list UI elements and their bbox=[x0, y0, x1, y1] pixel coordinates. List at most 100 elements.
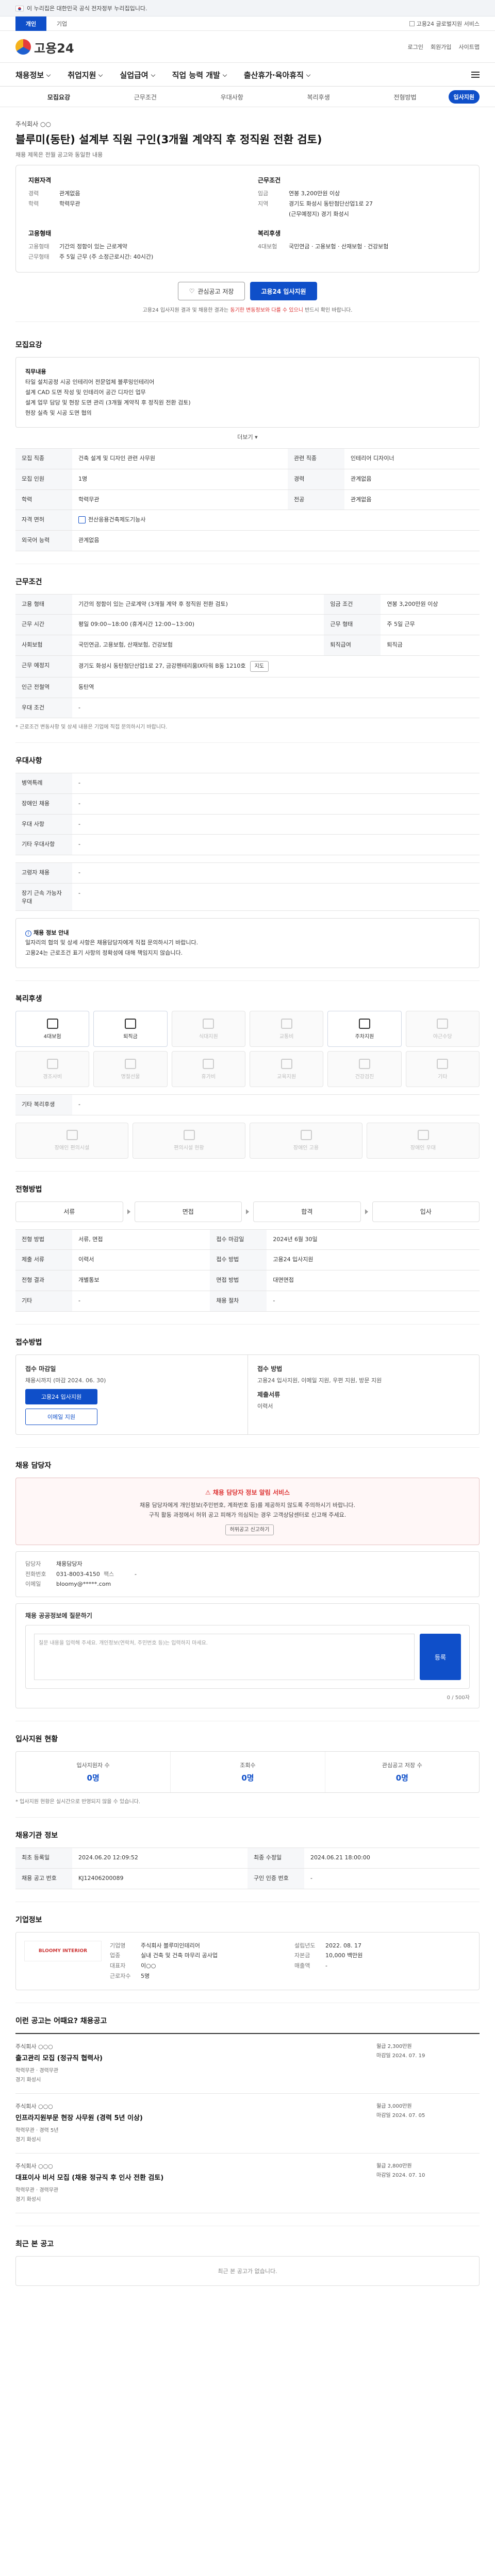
more-link[interactable]: 더보기 ▾ bbox=[15, 433, 480, 441]
recruit-table: 모집 직종 건축 설계 및 디자인 관련 사무원 관련 직종 인테리어 디자이너 모집… bbox=[15, 448, 480, 551]
chevron-down-icon bbox=[222, 72, 227, 77]
logo-text: 고용24 bbox=[34, 41, 74, 56]
chevron-down-icon bbox=[306, 72, 311, 77]
apply-button[interactable]: 고용24 입사지원 bbox=[250, 282, 317, 301]
map-button[interactable]: 지도 bbox=[250, 660, 269, 672]
gnb-jobs[interactable]: 채용정보 bbox=[15, 70, 51, 80]
disabled-facility-label: 장애인 편의시설 bbox=[54, 1145, 90, 1151]
welfare-card: 식대지원 bbox=[171, 1011, 245, 1047]
apply-top-button[interactable]: 입사지원 bbox=[448, 90, 480, 104]
welfare-card: 4대보험 bbox=[15, 1011, 90, 1047]
list-item[interactable]: 주식회사 ○○○ 출고관리 모집 (정규직 협력사) 학력무관 · 경력무관 경… bbox=[15, 2034, 480, 2094]
subtab-work[interactable]: 근무조건 bbox=[102, 93, 189, 101]
section-title: 근무조건 bbox=[15, 578, 42, 586]
welfare-icon bbox=[358, 1018, 370, 1029]
detail-sub-tabs: 모집요강 근무조건 우대사항 복리후생 전형방법 입사지원 bbox=[0, 87, 495, 107]
scrap-button[interactable]: ♡ 관심공고 저장 bbox=[178, 282, 245, 301]
section-title: 우대사항 bbox=[15, 757, 42, 766]
gnb-unemployment-benefit[interactable]: 실업급여 bbox=[120, 70, 155, 80]
job-title: 블루미(동탄) 설계부 직원 구인(3개월 계약직 후 정직원 전환 검토) bbox=[15, 133, 322, 146]
sitemap-link[interactable]: 사이트맵 bbox=[459, 43, 480, 51]
subtab-process[interactable]: 전형방법 bbox=[362, 93, 449, 101]
process-step: 서류 bbox=[15, 1201, 123, 1222]
subtab-recruit[interactable]: 모집요강 bbox=[15, 93, 102, 101]
welfare-card: 기타 bbox=[405, 1051, 480, 1088]
gnb-employment-support[interactable]: 취업지원 bbox=[68, 70, 103, 80]
welfare-icon bbox=[280, 1018, 292, 1029]
disabled-icon-grid: 장애인 편의시설 편의시설 현황 장애인 고용 장애인 우대 bbox=[15, 1122, 480, 1159]
comment-section: 채용 공공정보에 질문하기 질문 내용을 입력해 주세요. 개인정보(연락처, … bbox=[15, 1603, 480, 1709]
signup-link[interactable]: 회원가입 bbox=[431, 43, 451, 51]
section-title: 접수방법 bbox=[15, 1338, 42, 1347]
gnb-vocational-training[interactable]: 직업 능력 개발 bbox=[172, 70, 227, 80]
site-logo[interactable]: 고용24 bbox=[15, 38, 74, 56]
gnb-parental-leave[interactable]: 출산휴가·육아휴직 bbox=[244, 70, 311, 80]
report-button[interactable]: 허위공고 신고하기 bbox=[225, 1524, 274, 1535]
welfare-label: 퇴직금 bbox=[123, 1033, 138, 1040]
job-summary: 지원자격 경력 관계없음 학력 학력무관 근무조건 임금 연봉 3,200만원 이상 … bbox=[15, 165, 480, 273]
summary-conditions: 근무조건 임금 연봉 3,200만원 이상 지역 경기도 화성시 동탄첨단산업1로 … bbox=[258, 177, 373, 217]
all-menu-icon[interactable] bbox=[471, 72, 480, 78]
welfare-card: 휴가비 bbox=[171, 1051, 245, 1088]
section-title: 채용 담당자 bbox=[15, 1462, 52, 1470]
comment-textarea[interactable]: 질문 내용을 입력해 주세요. 개인정보(연락처, 주민번호 등)는 입력하지 … bbox=[34, 1634, 415, 1681]
process-step: 입사 bbox=[372, 1201, 480, 1222]
welfare-card: 교통비 bbox=[249, 1011, 324, 1047]
subtab-pref[interactable]: 우대사항 bbox=[189, 93, 275, 101]
welfare-card: 퇴직금 bbox=[93, 1011, 168, 1047]
apply-deadline: 접수 마감일 채용시까지 (마감 2024. 06. 30) 고용24 입사지원… bbox=[16, 1355, 248, 1435]
arrow-right-icon bbox=[127, 1209, 130, 1214]
login-link[interactable]: 로그인 bbox=[408, 43, 423, 51]
stats-note: * 입사지원 현황은 실시간으로 반영되지 않을 수 있습니다. bbox=[15, 1799, 141, 1805]
apply-goyong24-button[interactable]: 고용24 입사지원 bbox=[25, 1389, 97, 1405]
action-row: ♡ 관심공고 저장 고용24 입사지원 bbox=[15, 282, 480, 301]
section-recruit: 모집요강 직무내용 타일 설치공정 시공 인테리어 전문업체 블루밍인테리어 설… bbox=[15, 327, 480, 564]
section-title: 전형방법 bbox=[15, 1185, 42, 1194]
stat-applicants: 입사지원자 수 0명 bbox=[76, 1762, 110, 1783]
welfare-label: 경조사비 bbox=[43, 1074, 62, 1080]
process-table: 전형 방법 서류, 면접 접수 마감일 2024년 6월 30일 제출 서류 이력서 접수… bbox=[15, 1229, 480, 1312]
welfare-label: 야근수당 bbox=[433, 1033, 452, 1040]
disabled-facility-icon bbox=[300, 1130, 312, 1141]
section-caution: 채용 담당자 ⚠ 채용 담당자 정보 알림 서비스 채용 담당자에게 개인정보(… bbox=[15, 1448, 480, 1722]
disabled-facility-card: 편의시설 현황 bbox=[133, 1122, 245, 1159]
welfare-card: 건강검진 bbox=[327, 1051, 402, 1088]
disabled-facility-icon bbox=[183, 1130, 195, 1141]
work-note: * 근로조건 변동사항 및 상세 내용은 기업에 직접 문의하시기 바랍니다. bbox=[15, 724, 168, 731]
summary-qualification: 지원자격 경력 관계없음 학력 학력무관 bbox=[28, 177, 80, 208]
tab-personal[interactable]: 개인 bbox=[15, 16, 46, 31]
process-step: 면접 bbox=[134, 1201, 242, 1222]
welfare-label: 식대지원 bbox=[199, 1033, 218, 1040]
section-title: 기업정보 bbox=[15, 1916, 42, 1924]
disabled-facility-icon bbox=[417, 1130, 429, 1141]
disabled-facility-label: 장애인 고용 bbox=[293, 1145, 319, 1151]
stat-views: 조회수 0명 bbox=[170, 1752, 324, 1793]
apply-method-box: 접수 마감일 채용시까지 (마감 2024. 06. 30) 고용24 입사지원… bbox=[15, 1354, 480, 1435]
pref-table: 병역특례 - 장애인 채용 - 우대 사항 - 기타 우대사항 - bbox=[15, 773, 480, 855]
welfare-label: 교육지원 bbox=[277, 1074, 296, 1080]
contact-box: 담당자 채용담당자 전화번호 031-8003-4150 팩스 - 이메일 bloomy… bbox=[15, 1551, 480, 1598]
heart-icon: ♡ bbox=[189, 287, 195, 295]
section-pref: 우대사항 병역특례 - 장애인 채용 - 우대 사항 - 기타 우대사항 - 고령자 채… bbox=[15, 743, 480, 981]
welfare-icon bbox=[124, 1018, 136, 1029]
section-title: 모집요강 bbox=[15, 341, 42, 350]
welfare-card: 경조사비 bbox=[15, 1051, 90, 1088]
apply-methods: 접수 방법 고용24 입사지원, 이메일 지원, 우편 지원, 방문 지원 제출… bbox=[248, 1354, 479, 1435]
global-service-link[interactable]: 고용24 글로벌지원 서비스 bbox=[409, 16, 480, 31]
apply-email-button[interactable]: 이메일 지원 bbox=[25, 1409, 97, 1426]
tab-company[interactable]: 기업 bbox=[46, 16, 77, 31]
welfare-icon bbox=[203, 1058, 214, 1069]
duty-box: 직무내용 타일 설치공정 시공 인테리어 전문업체 블루밍인테리어 설계 CAD… bbox=[15, 357, 480, 428]
disabled-facility-card: 장애인 고용 bbox=[250, 1122, 362, 1159]
welfare-label: 명절선물 bbox=[121, 1074, 140, 1080]
company-box: BLOOMY INTERIOR 기업명 주식회사 블루미인테리어 업종 실내 건축 … bbox=[15, 1931, 480, 1990]
subtab-welfare[interactable]: 복리후생 bbox=[275, 93, 362, 101]
welfare-icon-grid: 4대보험 퇴직금 식대지원 교통비 주차지원 야근수당 경조사비 명절선물 휴가비 교육지원 건강검… bbox=[15, 1011, 480, 1088]
section-work: 근무조건 고용 형태 기간의 정함이 있는 근로계약 (3개월 계약 후 정직원 … bbox=[15, 564, 480, 743]
list-item[interactable]: 주식회사 ○○○ 대표이사 비서 모집 (채용 정규직 후 인사 전환 검토) … bbox=[15, 2154, 480, 2213]
job-title-block: 주식회사 ○○ 블루미(동탄) 설계부 직원 구인(3개월 계약직 후 정직원 … bbox=[15, 107, 480, 327]
globe-icon bbox=[409, 21, 415, 26]
info-notice-box: i 채용 정보 안내 일자리의 협의 및 상세 사항은 채용담당자에게 직접 문의… bbox=[15, 918, 480, 969]
list-item[interactable]: 주식회사 ○○○ 인프라지원부문 현장 사무원 (경력 5년 이상) 학력무관 … bbox=[15, 2094, 480, 2154]
comment-submit-button[interactable]: 등록 bbox=[420, 1634, 461, 1681]
